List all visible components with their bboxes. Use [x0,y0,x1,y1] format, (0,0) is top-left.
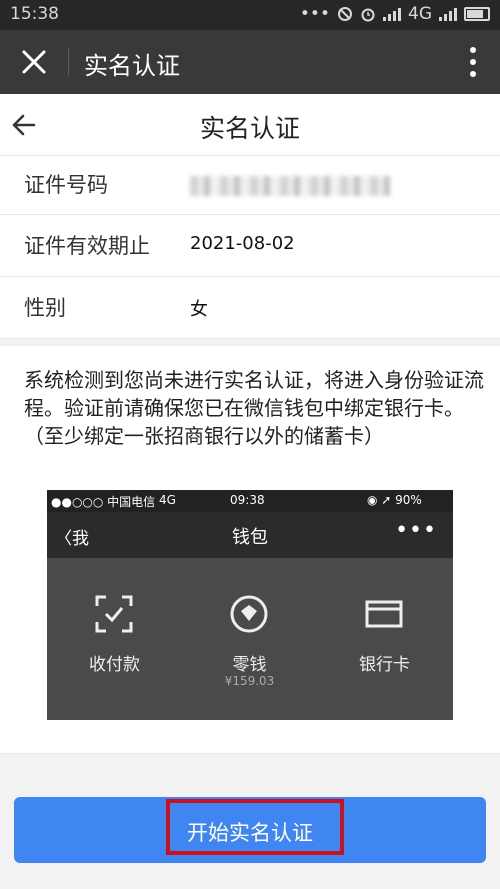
battery-icon [464,7,490,21]
signal-icon-2 [439,7,457,21]
wallet-tile-card: 银行卡 [317,558,452,720]
status-time: 15:38 [10,4,59,24]
dots-icon: ••• [299,4,330,24]
wallet-tile-card-label: 银行卡 [359,655,410,675]
title-divider [68,48,69,76]
wallet-time: 09:38 [230,493,265,507]
wallet-network: 4G [159,493,176,507]
start-verification-button[interactable]: 开始实名认证 [14,797,486,863]
wallet-nav-bar: 〈我 钱包 ••• [47,512,453,558]
bank-card-icon [365,600,403,628]
wallet-title: 钱包 [232,527,268,548]
info-list: 证件号码 证件有效期止 2021-08-02 性别 女 [0,156,500,339]
notice-text: 系统检测到您尚未进行实名认证，将进入身份验证流程。验证前请确保您已在微信钱包中绑… [24,368,484,448]
window-title: 实名认证 [84,52,180,80]
coin-icon [230,595,268,633]
wallet-status-bar: ●●○○○ 中国电信 4G 09:38 ◉ ➚ 90% [47,490,453,512]
id-number-row: 证件号码 [0,156,500,215]
gender-value: 女 [190,299,208,320]
status-bar: 15:38 ••• 4G [0,0,500,30]
wallet-tile-pay: 收付款 [47,558,182,720]
wallet-tile-pay-label: 收付款 [89,655,140,675]
wallet-screenshot: ●●○○○ 中国电信 4G 09:38 ◉ ➚ 90% 〈我 钱包 ••• 收付… [47,490,453,720]
wallet-carrier: ●●○○○ 中国电信 [51,495,156,509]
more-vertical-icon[interactable] [468,46,478,78]
scan-pay-icon [95,595,133,633]
page-header: 实名认证 [0,94,500,156]
alarm-icon [361,8,375,22]
close-icon[interactable] [16,44,52,80]
title-bar: 实名认证 [0,30,500,94]
wallet-tile-change-label: 零钱 [232,655,267,675]
gender-label: 性别 [24,296,66,320]
start-verification-label: 开始实名认证 [187,821,313,845]
wallet-battery: ◉ ➚ 90% [367,493,422,507]
status-icons: ••• 4G [300,4,490,24]
signal-icon [383,7,401,21]
network-type: 4G [408,4,432,24]
id-expiry-value: 2021-08-02 [190,233,295,254]
notice-section: 系统检测到您尚未进行实名认证，将进入身份验证流程。验证前请确保您已在微信钱包中绑… [0,346,500,754]
id-expiry-row: 证件有效期止 2021-08-02 [0,215,500,277]
gender-row: 性别 女 [0,277,500,339]
id-number-label: 证件号码 [24,173,108,197]
wallet-tile-change-amount: ¥159.03 [224,674,275,688]
wallet-more-icon: ••• [395,518,437,543]
wallet-tile-change: 零钱 ¥159.03 [182,558,317,720]
sync-icon [338,7,352,21]
id-expiry-label: 证件有效期止 [24,234,150,258]
page-title: 实名认证 [199,114,300,143]
id-number-value-blurred [190,176,390,196]
